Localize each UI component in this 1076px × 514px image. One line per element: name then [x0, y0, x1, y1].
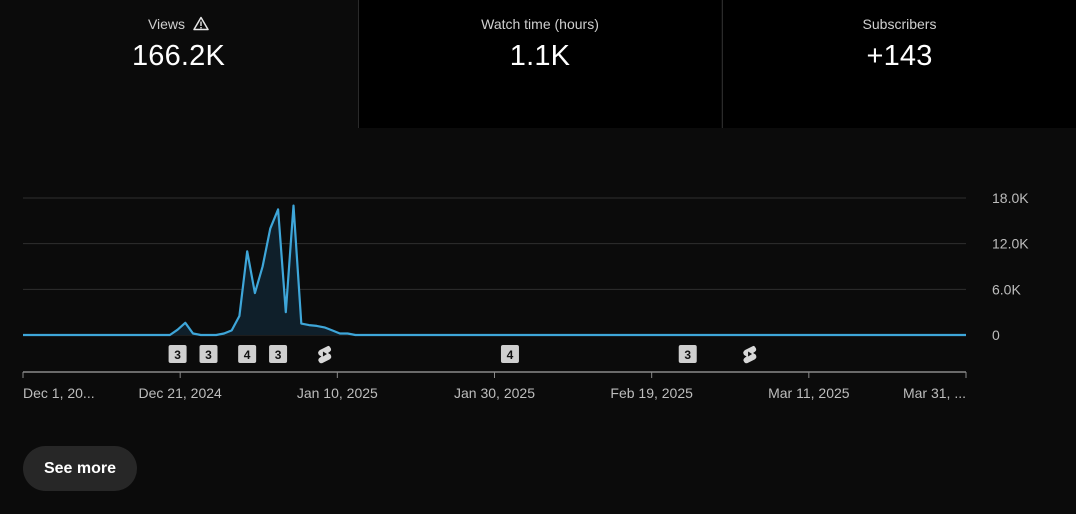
- svg-text:3: 3: [205, 348, 212, 362]
- x-tick-label: Jan 10, 2025: [297, 385, 378, 401]
- upload-count-marker[interactable]: 3: [269, 345, 288, 363]
- y-tick-label: 12.0K: [992, 236, 1029, 252]
- svg-text:3: 3: [684, 348, 691, 362]
- shorts-icon[interactable]: [743, 345, 757, 364]
- svg-text:3: 3: [275, 348, 282, 362]
- upload-count-marker[interactable]: 4: [238, 345, 257, 363]
- subscribers-label: Subscribers: [862, 16, 937, 32]
- x-tick-label: Mar 11, 2025: [768, 385, 850, 401]
- upload-count-marker[interactable]: 3: [168, 345, 187, 363]
- subscribers-value: +143: [866, 40, 933, 72]
- svg-text:3: 3: [174, 348, 181, 362]
- x-tick-label: Jan 30, 2025: [454, 385, 535, 401]
- upload-count-marker[interactable]: 3: [678, 345, 697, 363]
- warning-triangle-icon: [193, 16, 209, 34]
- tab-views[interactable]: Views 166.2K: [0, 0, 357, 128]
- tab-watch-time[interactable]: Watch time (hours) 1.1K: [358, 0, 721, 128]
- series-line: [23, 204, 966, 337]
- views-label-row: Views: [0, 16, 357, 34]
- tab-subscribers[interactable]: Subscribers +143: [722, 0, 1076, 128]
- y-tick-label: 18.0K: [992, 190, 1029, 206]
- y-tick-label: 6.0K: [992, 281, 1021, 297]
- svg-text:4: 4: [507, 348, 514, 362]
- upload-count-marker[interactable]: 4: [500, 345, 519, 363]
- x-tick-label: Mar 31, ...: [903, 385, 966, 401]
- views-value: 166.2K: [131, 40, 226, 72]
- x-tick-label: Dec 1, 20...: [23, 385, 95, 401]
- watch-time-label: Watch time (hours): [481, 16, 599, 32]
- watch-time-value: 1.1K: [509, 40, 571, 72]
- svg-text:4: 4: [244, 348, 251, 362]
- views-label: Views: [147, 16, 186, 32]
- x-tick-label: Dec 21, 2024: [139, 385, 222, 401]
- series-area: [23, 205, 966, 335]
- x-tick-label: Feb 19, 2025: [610, 385, 693, 401]
- y-tick-label: 0: [992, 327, 1000, 343]
- views-chart: 18.0K 12.0K 6.0K 0 3 3 4 3 4 3 Dec 1, 20... Dec 21,…: [22, 190, 1029, 401]
- metric-tabs: Views 166.2K Watch time (hours) 1.1K Sub…: [0, 0, 1076, 128]
- shorts-icon[interactable]: [318, 345, 332, 364]
- upload-count-marker[interactable]: 3: [199, 345, 218, 363]
- see-more-button[interactable]: See more: [23, 446, 137, 491]
